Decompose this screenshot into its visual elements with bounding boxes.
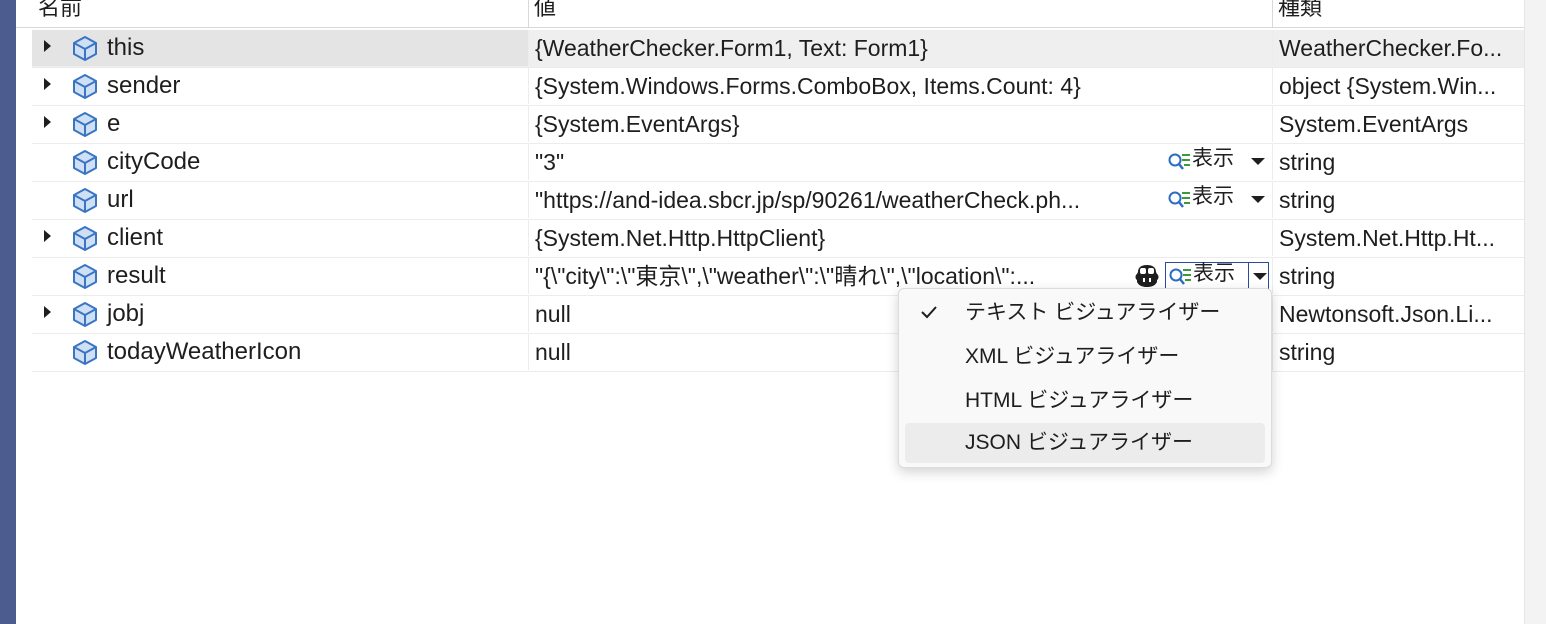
expand-arrow-icon[interactable] (44, 116, 51, 128)
variable-type: object {System.Win... (1279, 73, 1497, 99)
visualizer-dropdown-icon[interactable] (1247, 148, 1267, 174)
visualizer-menu: テキスト ビジュアライザー XML ビジュアライザー HTML ビジュアライザー… (898, 288, 1272, 468)
expand-arrow-icon[interactable] (44, 40, 51, 52)
menu-item-label: HTML ビジュアライザー (965, 389, 1194, 412)
variable-name: client (107, 224, 164, 251)
variable-value[interactable]: {WeatherChecker.Form1, Text: Form1} (535, 30, 1155, 66)
variable-type: string (1279, 263, 1336, 289)
visualizer-label: 表示 (1193, 262, 1235, 285)
magnifier-icon (1168, 153, 1190, 170)
visualizer-dropdown-icon[interactable] (1248, 263, 1269, 289)
variable-name: sender (107, 72, 181, 99)
variable-value[interactable]: {System.Net.Http.HttpClient} (535, 220, 1155, 256)
visualizer-label: 表示 (1192, 185, 1234, 208)
variable-type: string (1279, 149, 1336, 175)
variable-row[interactable]: e {System.EventArgs} System.EventArgs (32, 106, 1524, 144)
variable-row[interactable]: url "https://and-idea.sbcr.jp/sp/90261/w… (32, 182, 1524, 220)
local-variable-icon (73, 36, 97, 61)
menu-item-label: テキスト ビジュアライザー (965, 301, 1221, 324)
menu-item-text-visualizer[interactable]: テキスト ビジュアライザー (905, 293, 1265, 333)
copilot-icon[interactable] (1133, 263, 1161, 289)
magnifier-icon (1168, 191, 1190, 208)
variable-row[interactable]: todayWeatherIcon null string (32, 334, 1524, 372)
variable-row[interactable]: sender {System.Windows.Forms.ComboBox, I… (32, 68, 1524, 106)
visualizer-button[interactable]: 表示 (1165, 262, 1269, 290)
variable-name: url (107, 186, 134, 213)
column-header-type[interactable]: 種類 (1278, 0, 1322, 21)
menu-item-html-visualizer[interactable]: HTML ビジュアライザー (905, 381, 1265, 421)
checkmark-icon (921, 306, 937, 319)
variable-type: System.Net.Http.Ht... (1279, 225, 1495, 251)
local-variable-icon (73, 264, 97, 289)
menu-item-label: XML ビジュアライザー (965, 345, 1180, 368)
variable-value[interactable]: {System.Windows.Forms.ComboBox, Items.Co… (535, 68, 1155, 104)
variable-value[interactable]: "3" (535, 144, 1155, 180)
column-header: 名前 値 種類 (16, 0, 1524, 28)
locals-panel: 名前 値 種類 this {WeatherChecker.Form1, Text… (16, 0, 1524, 624)
local-variable-icon (73, 302, 97, 327)
variable-row[interactable]: this {WeatherChecker.Form1, Text: Form1}… (32, 30, 1524, 68)
visualizer-button[interactable]: 表示 (1165, 147, 1269, 176)
variable-value[interactable]: {System.EventArgs} (535, 106, 1155, 142)
variable-row[interactable]: jobj null Newtonsoft.Json.Li... (32, 296, 1524, 334)
variable-type: WeatherChecker.Fo... (1279, 35, 1503, 61)
variable-value[interactable]: "https://and-idea.sbcr.jp/sp/90261/weath… (535, 182, 1155, 218)
visualizer-button[interactable]: 表示 (1165, 185, 1269, 214)
column-header-value[interactable]: 値 (534, 0, 556, 21)
variable-type: System.EventArgs (1279, 111, 1469, 137)
variable-type: string (1279, 187, 1336, 213)
visualizer-dropdown-icon[interactable] (1247, 186, 1267, 212)
menu-item-xml-visualizer[interactable]: XML ビジュアライザー (905, 337, 1265, 377)
variable-name: jobj (107, 300, 145, 327)
menu-item-label: JSON ビジュアライザー (965, 431, 1193, 454)
local-variable-icon (73, 150, 97, 175)
visualizer-label: 表示 (1192, 147, 1234, 170)
local-variable-icon (73, 226, 97, 251)
variable-name: result (107, 262, 166, 289)
expand-arrow-icon[interactable] (44, 306, 51, 318)
vertical-scrollbar[interactable] (1524, 0, 1546, 624)
variable-row[interactable]: client {System.Net.Http.HttpClient} Syst… (32, 220, 1524, 258)
variable-name: this (107, 34, 145, 61)
variable-name: todayWeatherIcon (107, 338, 302, 365)
variable-name: cityCode (107, 148, 201, 175)
variable-row[interactable]: result "{\"city\":\"東京\",\"weather\":\"晴… (32, 258, 1524, 296)
magnifier-icon (1169, 268, 1191, 285)
expand-arrow-icon[interactable] (44, 230, 51, 242)
window-edge (0, 0, 16, 624)
variable-list: this {WeatherChecker.Form1, Text: Form1}… (32, 30, 1524, 372)
menu-item-json-visualizer[interactable]: JSON ビジュアライザー (905, 423, 1265, 463)
expand-arrow-icon[interactable] (44, 78, 51, 90)
variable-type: string (1279, 339, 1336, 365)
column-resize-handle-name[interactable] (528, 0, 529, 27)
variable-name: e (107, 110, 121, 137)
local-variable-icon (73, 340, 97, 365)
column-resize-handle-value[interactable] (1272, 0, 1273, 27)
variable-row[interactable]: cityCode "3" 表示 string (32, 144, 1524, 182)
local-variable-icon (73, 112, 97, 137)
local-variable-icon (73, 188, 97, 213)
local-variable-icon (73, 74, 97, 99)
column-header-name[interactable]: 名前 (38, 0, 82, 21)
variable-type: Newtonsoft.Json.Li... (1279, 301, 1493, 327)
